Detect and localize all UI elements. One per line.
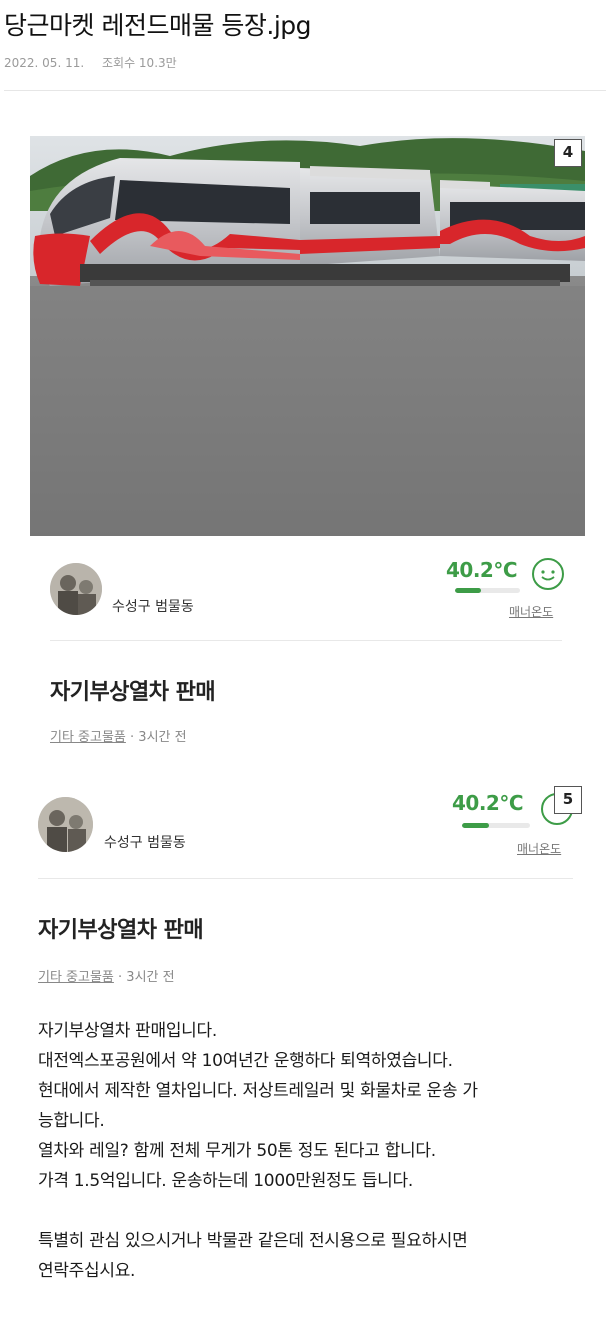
item-description: 자기부상열차 판매입니다. 대전엑스포공원에서 약 10여년간 운행하다 퇴역하였… [38,1016,583,1286]
temperature-bar-fill [455,588,482,593]
seller-avatar[interactable] [50,563,102,615]
description-line: 대전엑스포공원에서 약 10여년간 운행하다 퇴역하였습니다. [38,1051,453,1071]
description-line: 가격 1.5억입니다. 운송하는데 1000만원정도 듭니다. [38,1171,413,1191]
item-meta: 기타 중고물품 · 3시간 전 [50,726,187,745]
section-divider [50,640,562,641]
category-link[interactable]: 기타 중고물품 [38,970,114,985]
avatar-image [50,563,102,615]
photo-number-badge: 5 [554,786,582,814]
section-divider [38,878,573,879]
seller-avatar[interactable] [38,797,93,852]
description-line: 연락주십시요. [38,1261,136,1281]
manner-temperature-link[interactable]: 매너온도 [517,840,561,857]
temperature-bar [455,588,520,593]
item-title: 자기부상열차 판매 [38,918,204,943]
item-title: 자기부상열차 판매 [50,680,216,705]
listing-photo[interactable] [30,136,585,536]
train-image [30,136,585,536]
description-line: 열차와 레일? 함께 전체 무게가 50톤 정도 된다고 합니다. [38,1141,436,1161]
temperature-bar [462,823,530,828]
item-meta: 기타 중고물품 · 3시간 전 [38,966,175,985]
photo-number-badge: 4 [554,139,582,167]
smiley-face-icon [532,558,564,590]
header-divider [4,90,606,91]
manner-temperature: 40.2°C [446,558,518,582]
description-line: 현대에서 제작한 열차입니다. 저상트레일러 및 화물차로 운송 가 [38,1081,478,1101]
description-line: 능합니다. [38,1111,105,1131]
manner-temperature-link[interactable]: 매너온도 [509,603,553,620]
category-link[interactable]: 기타 중고물품 [50,730,126,745]
description-line: 특별히 관심 있으시거나 박물관 같은데 전시용으로 필요하시면 [38,1231,468,1251]
posted-time: · 3시간 전 [118,970,175,985]
post-date: 2022. 05. 11. [4,56,85,70]
description-line: 자기부상열차 판매입니다. [38,1021,217,1041]
avatar-image [38,797,93,852]
post-title: 당근마켓 레전드매물 등장.jpg [4,11,312,40]
post-views: 조회수 10.3만 [101,56,177,70]
posted-time: · 3시간 전 [130,730,187,745]
description-blank-line [38,1196,583,1226]
temperature-bar-fill [462,823,490,828]
seller-location: 수성구 범물동 [104,835,186,851]
manner-temperature: 40.2°C [452,791,524,815]
seller-location: 수성구 범물동 [112,599,194,615]
post-meta: 2022. 05. 11. 조회수 10.3만 [4,54,191,71]
